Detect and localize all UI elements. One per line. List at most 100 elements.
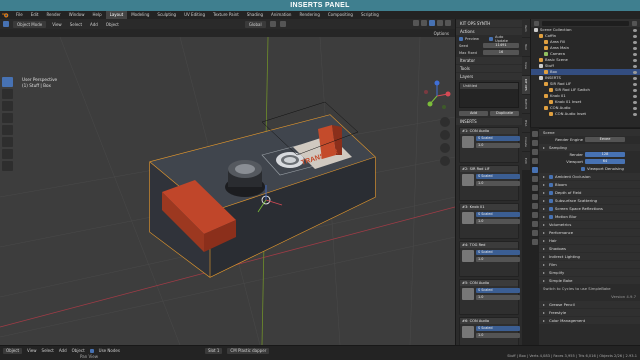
data-tab-icon[interactable] (531, 230, 538, 236)
modifier-tab-icon[interactable] (531, 194, 538, 200)
overlays-icon[interactable] (413, 20, 419, 26)
editor-type-icon[interactable] (3, 21, 9, 27)
status-mode-dropdown[interactable]: Object (3, 347, 23, 354)
xray-icon[interactable] (421, 20, 427, 26)
section-grease-pencil[interactable]: Grease Pencil (539, 301, 640, 308)
seed-field[interactable]: 11491 (483, 43, 519, 48)
visibility-eye-icon[interactable] (633, 46, 637, 50)
insert-thumbnail[interactable] (462, 174, 474, 186)
sampling-section[interactable]: Sampling (539, 144, 640, 151)
insert-slot[interactable]: #2: SIR Rod LIF S Scaled 1.0 (459, 165, 520, 201)
section-enable-checkbox[interactable] (549, 206, 553, 211)
workspace-tab-compositing[interactable]: Compositing (324, 11, 357, 19)
zoom-icon[interactable] (440, 117, 450, 127)
render-samples-field[interactable]: 128 (585, 152, 625, 157)
visibility-eye-icon[interactable] (633, 106, 637, 110)
iterator-section[interactable]: Iterator (456, 57, 522, 64)
transform-tool[interactable] (2, 137, 13, 147)
section-ambient-occlusion[interactable]: Ambient Occlusion (539, 173, 640, 180)
insert-slot-title[interactable]: #5: CON Audio (460, 280, 518, 286)
visibility-eye-icon[interactable] (633, 34, 637, 38)
status-menu-add[interactable]: Add (59, 348, 67, 353)
insert-scale-mode[interactable]: S Scaled (476, 136, 520, 141)
layers-section[interactable]: Layers (456, 73, 522, 80)
physics-tab-icon[interactable] (531, 212, 538, 218)
slot-dropdown[interactable]: Slot 1 (204, 347, 223, 354)
insert-scale-mode[interactable]: S Scaled (476, 250, 520, 255)
menu-add[interactable]: Add (88, 21, 100, 28)
view-layer-tab-icon[interactable] (531, 158, 538, 164)
inserts-section[interactable]: INSERTS (456, 118, 522, 125)
insert-slot-title[interactable]: #4: TOG Red (460, 242, 518, 248)
section-performance[interactable]: Performance (539, 229, 640, 236)
insert-slot-title[interactable]: #3: Knob 01 (460, 204, 518, 210)
select-tool[interactable] (2, 77, 13, 87)
object-tab-icon[interactable] (531, 185, 538, 191)
move-tool[interactable] (2, 101, 13, 111)
sidebar-tab-kit-ops[interactable]: KIT OPS (522, 76, 530, 94)
proportional-edit-icon[interactable] (279, 21, 286, 27)
tool-tab-icon[interactable] (531, 131, 538, 137)
visibility-eye-icon[interactable] (633, 112, 637, 116)
visibility-eye-icon[interactable] (633, 82, 637, 86)
section-enable-checkbox[interactable] (549, 182, 553, 187)
sidebar-tab-hsa[interactable]: HSA (522, 114, 530, 132)
menu-select[interactable]: Select (68, 21, 84, 28)
options-label[interactable]: Options (434, 31, 449, 36)
pan-icon[interactable] (440, 130, 450, 140)
world-tab-icon[interactable] (531, 176, 538, 182)
workspace-tab-edit[interactable]: Edit (27, 11, 43, 19)
insert-slot-title[interactable]: #2: SIR Rod LIF (460, 166, 518, 172)
outliner-search-input[interactable] (542, 20, 629, 26)
max-fixed-field[interactable]: 16 (483, 50, 519, 55)
scene-tab-icon[interactable] (531, 167, 538, 173)
insert-scale-mode[interactable]: S Scaled (476, 174, 520, 179)
section-color-management[interactable]: Color Management (539, 317, 640, 324)
measure-tool[interactable] (2, 161, 13, 171)
rendered-shading-icon[interactable] (445, 20, 451, 26)
insert-slot[interactable]: #5: CON Audio S Scaled 1.0 (459, 279, 520, 315)
workspace-tab-rendering[interactable]: Rendering (295, 11, 323, 19)
insert-scale-mode[interactable]: S Scaled (476, 288, 520, 293)
visibility-eye-icon[interactable] (633, 64, 637, 68)
scale-tool[interactable] (2, 125, 13, 135)
section-depth-of-field[interactable]: Depth of Field (539, 189, 640, 196)
section-motion-blur[interactable]: Motion Blur (539, 213, 640, 220)
section-freestyle[interactable]: Freestyle (539, 309, 640, 316)
cursor-tool[interactable] (2, 89, 13, 99)
knob-insert[interactable] (225, 160, 265, 197)
sidebar-tab-create[interactable]: Create (522, 133, 530, 151)
workspace-tab-render[interactable]: Render (42, 11, 64, 19)
workspace-tab-scripting[interactable]: Scripting (357, 11, 383, 19)
sidebar-tab-edit[interactable]: Edit (522, 152, 530, 170)
insert-scale-field[interactable]: 1.0 (476, 181, 520, 186)
insert-thumbnail[interactable] (462, 326, 474, 338)
section-film[interactable]: Film (539, 261, 640, 268)
visibility-eye-icon[interactable] (633, 70, 637, 74)
sidebar-tab-item[interactable]: Item (522, 19, 530, 37)
constraints-tab-icon[interactable] (531, 221, 538, 227)
visibility-eye-icon[interactable] (633, 76, 637, 80)
workspace-tab-animation[interactable]: Animation (267, 11, 295, 19)
insert-thumbnail[interactable] (462, 136, 474, 148)
insert-slot[interactable]: #1: CON Audio S Scaled 1.0 (459, 127, 520, 163)
section-simplify[interactable]: Simplify (539, 269, 640, 276)
insert-thumbnail[interactable] (462, 288, 474, 300)
visibility-eye-icon[interactable] (633, 58, 637, 62)
filter-icon[interactable] (632, 20, 637, 26)
blender-logo-icon[interactable] (2, 12, 9, 18)
viewport-samples-field[interactable]: 64 (585, 159, 625, 164)
snap-icon[interactable] (269, 21, 276, 27)
menu-view[interactable]: View (50, 21, 64, 28)
visibility-eye-icon[interactable] (633, 94, 637, 98)
insert-slot[interactable]: #3: Knob 01 S Scaled 1.0 (459, 203, 520, 239)
insert-scale-field[interactable]: 1.0 (476, 295, 520, 300)
section-shadows[interactable]: Shadows (539, 245, 640, 252)
section-hair[interactable]: Hair (539, 237, 640, 244)
mode-dropdown[interactable]: Object Mode (13, 20, 47, 28)
layers-list[interactable]: Untitled (459, 82, 519, 108)
workspace-tab-texture-paint[interactable]: Texture Paint (209, 11, 243, 19)
output-tab-icon[interactable] (531, 149, 538, 155)
insert-scale-field[interactable]: 1.0 (476, 143, 520, 148)
preview-checkbox[interactable] (459, 36, 463, 41)
